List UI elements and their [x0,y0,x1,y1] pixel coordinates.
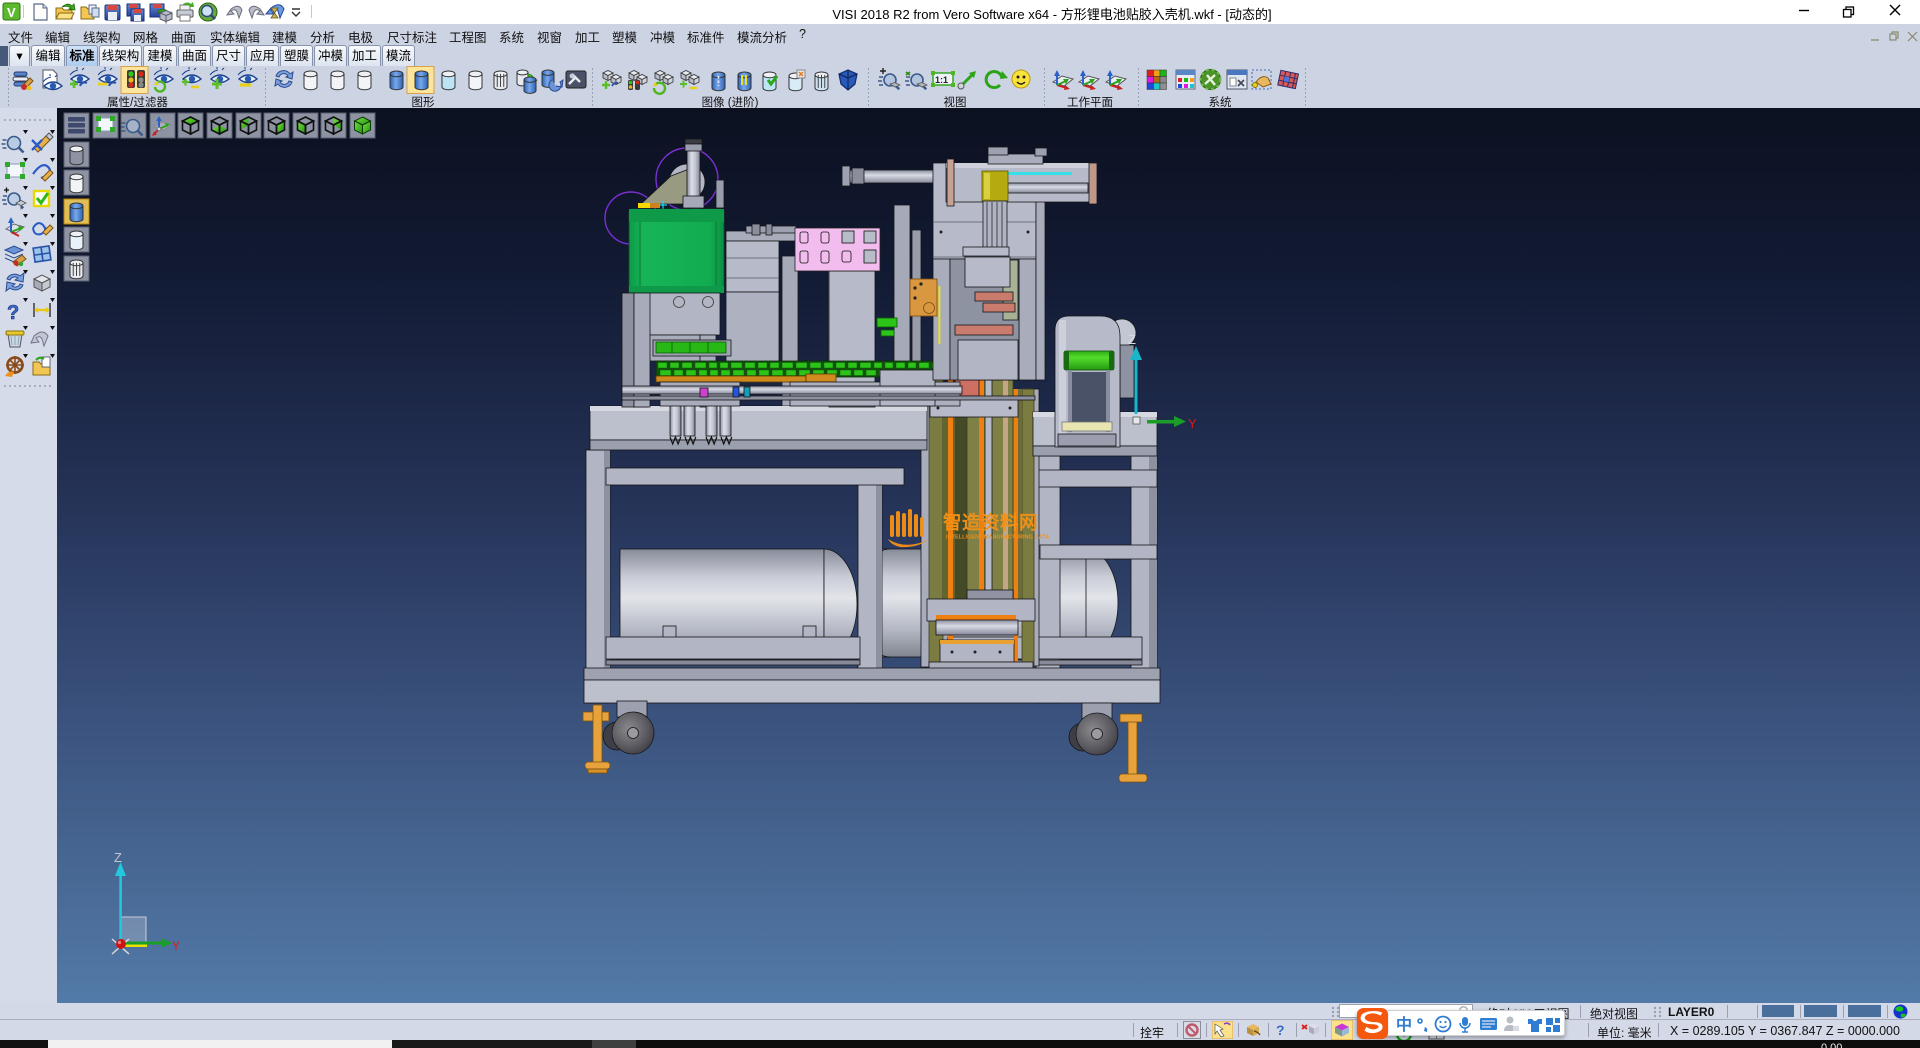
svg-text:V: V [7,5,16,20]
svg-text:1:1: 1:1 [935,75,948,85]
svg-text:中: 中 [1396,1015,1412,1034]
svg-text:?: ? [7,302,19,324]
